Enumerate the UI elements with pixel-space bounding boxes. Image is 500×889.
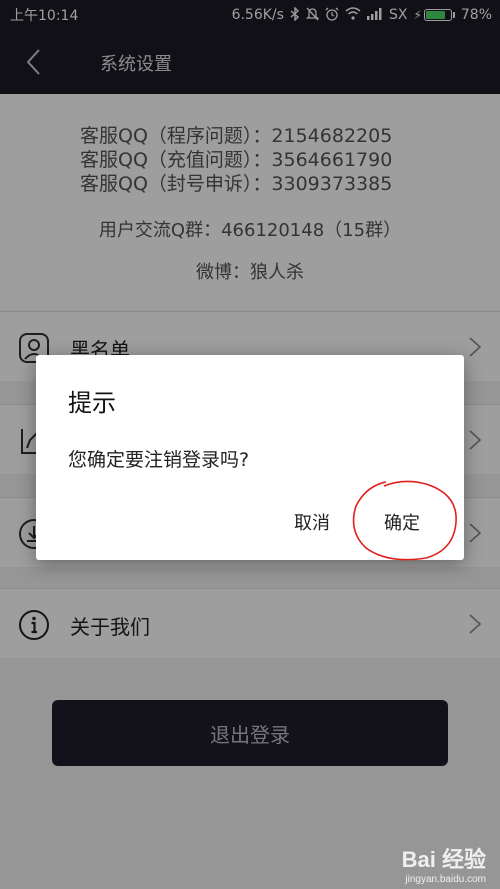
dialog-title: 提示	[68, 389, 116, 417]
dialog-message: 您确定要注销登录吗?	[68, 449, 250, 471]
confirm-button[interactable]: 确定	[376, 505, 428, 539]
watermark-logo: Bai 经验	[401, 847, 486, 872]
watermark: Bai 经验 jingyan.baidu.com	[402, 842, 486, 885]
confirm-dialog: 提示 您确定要注销登录吗? 取消 确定	[36, 355, 464, 560]
cancel-button[interactable]: 取消	[286, 505, 338, 539]
watermark-url: jingyan.baidu.com	[405, 874, 486, 885]
